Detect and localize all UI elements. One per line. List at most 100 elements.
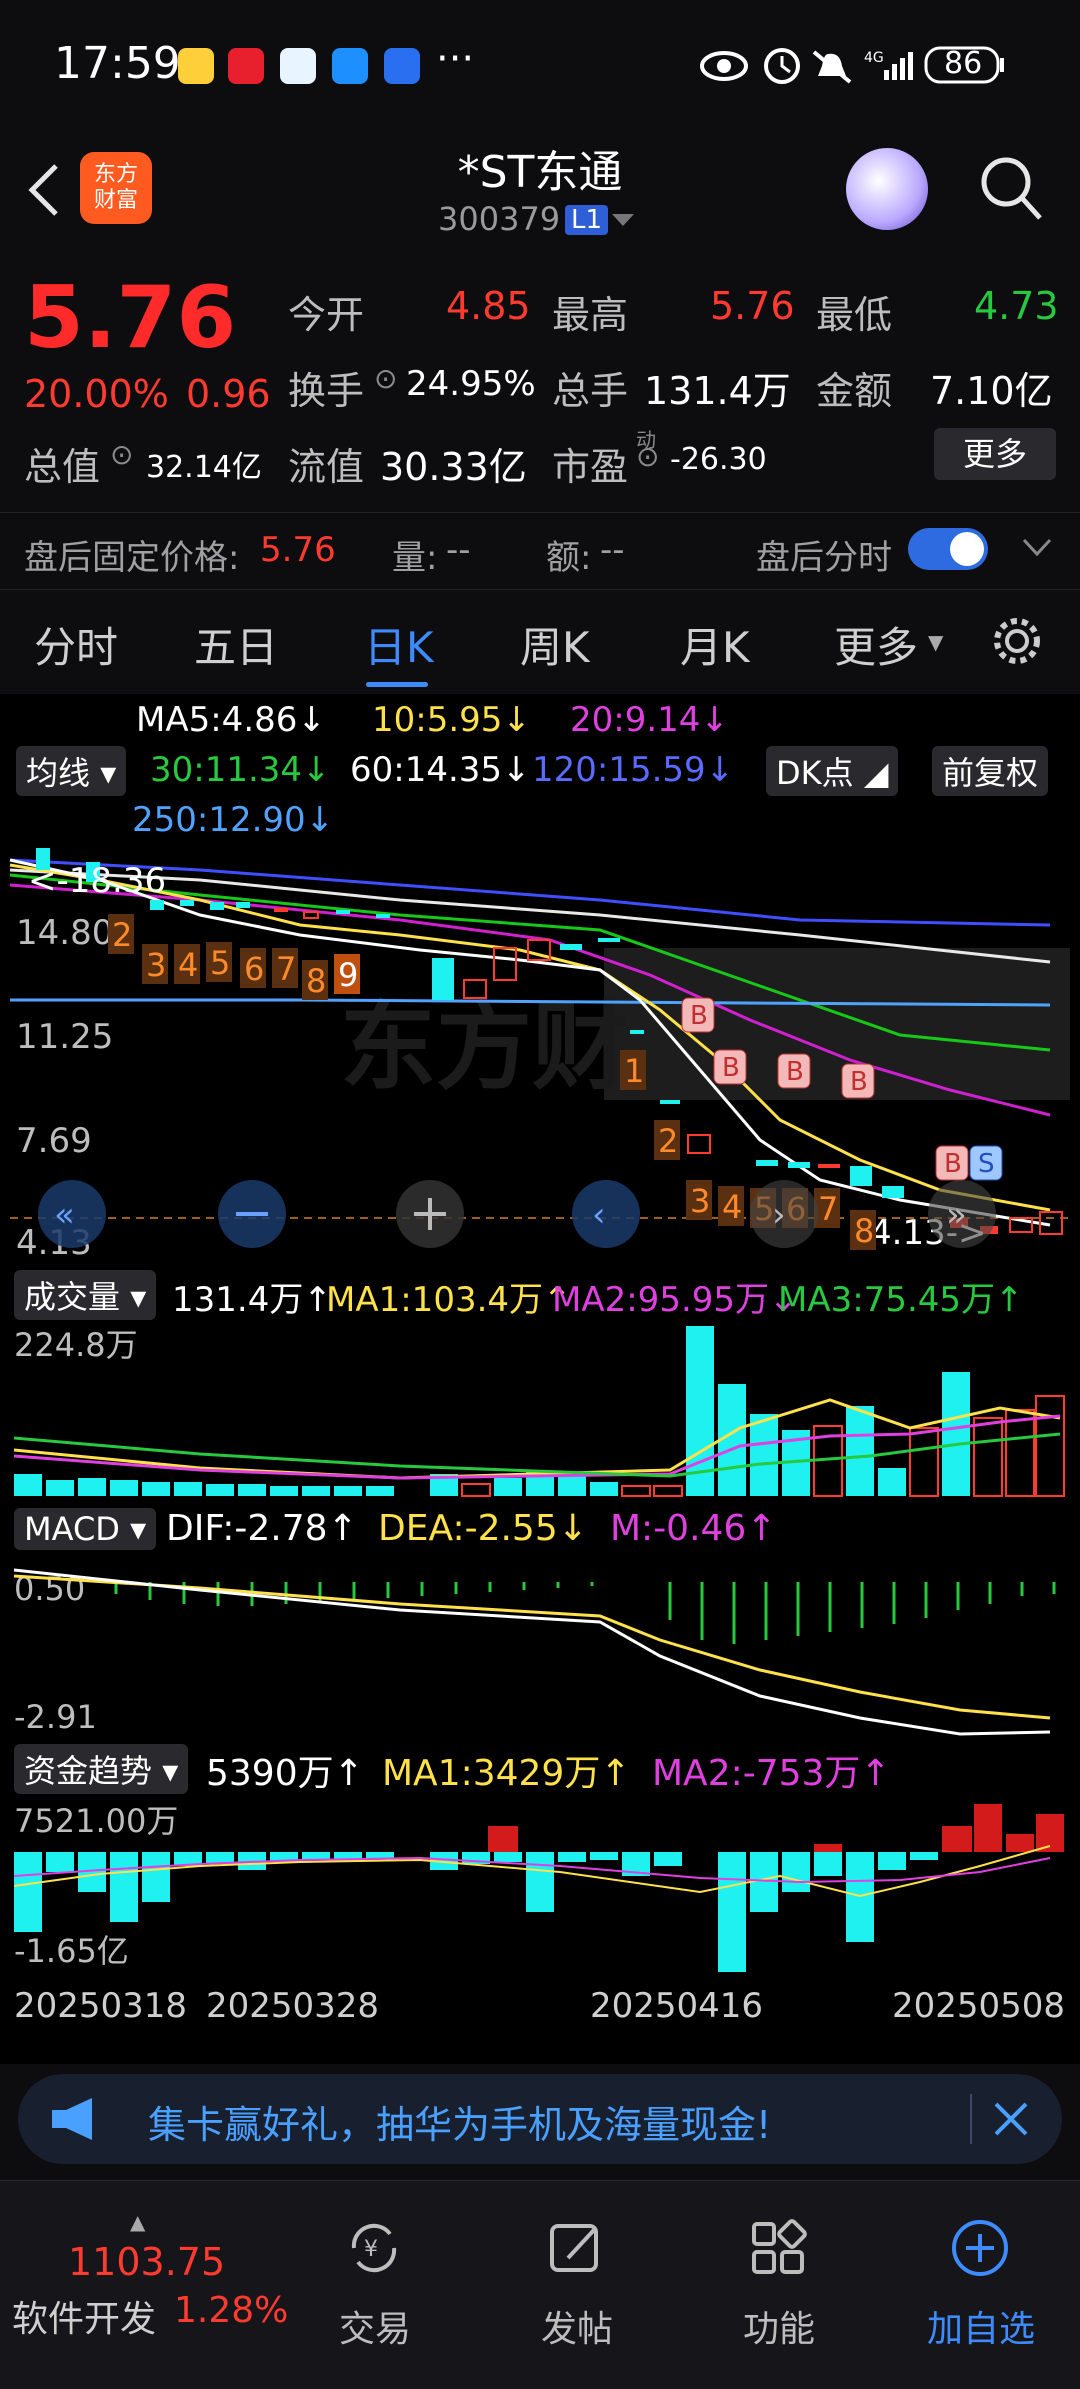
buy-marker[interactable]: B (713, 1049, 747, 1085)
ma10-value: 10:5.95↓ (372, 700, 531, 740)
volume-chart: 224.8万 (13, 1326, 1065, 1497)
tab-weekly-k[interactable]: 周K (520, 614, 590, 675)
settings-gear-icon[interactable] (990, 614, 1044, 668)
robot-assistant-icon[interactable] (846, 148, 928, 230)
nav-functions[interactable]: 功能 (704, 2300, 854, 2352)
nav-add-watchlist[interactable]: 加自选 (906, 2300, 1056, 2352)
tab-daily-k[interactable]: 日K (364, 614, 434, 675)
candle (180, 900, 194, 906)
candle (818, 1164, 840, 1168)
candle (376, 914, 390, 918)
functions-grid-icon[interactable] (748, 2218, 808, 2278)
info-icon[interactable]: ⊙ (636, 440, 659, 473)
post-icon[interactable] (546, 2218, 606, 2278)
svg-text:3: 3 (690, 1182, 710, 1220)
megaphone-icon (52, 2098, 92, 2140)
scroll-left-button[interactable]: ‹ (572, 1180, 640, 1248)
level-badge[interactable]: L1 (565, 205, 609, 235)
buy-marker[interactable]: B (681, 997, 715, 1033)
macd-dea: DEA:-2.55↓ (378, 1508, 588, 1549)
fund-flow-select-label: 资金趋势 (24, 1752, 153, 1790)
candle (432, 958, 454, 1000)
change-value: 0.96 (186, 372, 271, 416)
add-watchlist-icon[interactable] (950, 2218, 1010, 2278)
caret-down-icon: ▼ (928, 630, 944, 654)
svg-text:8: 8 (306, 962, 326, 1000)
info-icon[interactable]: ⊙ (110, 438, 133, 471)
fund-flow-select[interactable]: 资金趋势 ▾ (14, 1744, 189, 1794)
trade-icon[interactable]: ¥ (344, 2218, 404, 2278)
index-value[interactable]: 1103.75 (68, 2240, 225, 2284)
date-label: 20250508 (892, 1986, 1066, 2026)
promo-banner[interactable]: 集卡赢好礼，抽华为手机及海量现金! (18, 2074, 1062, 2164)
chevron-down-icon[interactable] (1022, 538, 1052, 558)
svg-text:7: 7 (818, 1190, 838, 1228)
ma5-value: MA5:4.86↓ (136, 700, 326, 740)
tab-five-day[interactable]: 五日 (194, 614, 278, 675)
scroll-right-button[interactable]: › (750, 1180, 818, 1248)
more-button[interactable]: 更多 (934, 428, 1056, 480)
macd-select[interactable]: MACD ▾ (14, 1508, 157, 1550)
macd-dif: DIF:-2.78↑ (166, 1508, 358, 1549)
nav-post[interactable]: 发帖 (502, 2300, 652, 2352)
volume-label: 总手 (552, 369, 629, 413)
after-hours-toggle[interactable] (908, 528, 988, 570)
ma60-value: 60:14.35↓ (350, 750, 531, 790)
ma-select[interactable]: 均线 ▾ (16, 746, 127, 796)
volume-ma1: MA1:103.4万↑ (326, 1280, 572, 1320)
zoom-in-button[interactable] (396, 1180, 464, 1248)
kline-chart[interactable]: 东方财 B B B B B S 14.80 11.25 7.69 4.13 <-… (0, 840, 1080, 1260)
volume-value: 131.4万 (644, 369, 791, 413)
tab-monthly-k[interactable]: 月K (680, 614, 750, 675)
close-icon[interactable] (992, 2100, 1030, 2138)
stock-code: 300379 (438, 200, 561, 238)
volume-select[interactable]: 成交量 ▾ (14, 1270, 157, 1320)
axis-label: 14.80 (16, 913, 113, 953)
macd-select-label: MACD (24, 1510, 120, 1548)
zoom-out-button[interactable] (218, 1180, 286, 1248)
high-label: 最高 (552, 293, 629, 337)
bottom-nav (0, 2180, 1080, 2389)
pe-value: -26.30 (670, 442, 767, 477)
turnover-value: 24.95% (406, 364, 536, 404)
tab-more[interactable]: 更多 (834, 614, 918, 675)
dk-label: DK点 (776, 754, 854, 792)
after-amt-value: -- (600, 530, 625, 570)
info-icon[interactable]: ⊙ (374, 362, 397, 395)
axis-label: 11.25 (16, 1017, 113, 1057)
svg-text:2: 2 (658, 1122, 678, 1160)
buy-marker[interactable]: B (935, 1145, 969, 1181)
svg-text:S: S (978, 1149, 995, 1179)
float-cap-label: 流值 (288, 445, 365, 489)
index-name[interactable]: 软件开发 (12, 2290, 156, 2342)
svg-text:B: B (850, 1067, 868, 1097)
volume-ma3: MA3:75.45万↑ (778, 1280, 1024, 1320)
sell-marker[interactable]: S (969, 1145, 1003, 1181)
search-icon[interactable] (978, 154, 1044, 224)
mktcap-value: 32.14亿 (146, 450, 262, 485)
amount-value: 7.10亿 (930, 369, 1053, 413)
fixed-price-label: 盘后固定价格: (24, 538, 240, 578)
scroll-right-fast-button[interactable]: » (928, 1180, 996, 1248)
svg-text:›: › (772, 1195, 786, 1235)
open-label: 今开 (288, 293, 365, 337)
chevron-down-icon[interactable] (612, 214, 634, 228)
more-notifications-icon: ··· (436, 36, 475, 82)
svg-text:4: 4 (722, 1188, 742, 1226)
fund-flow-value: 5390万↑ (206, 1753, 364, 1794)
fund-flow-ma2: MA2:-753万↑ (652, 1753, 891, 1794)
candle (210, 902, 224, 910)
scroll-left-fast-button[interactable]: « (38, 1180, 106, 1248)
ma30-value: 30:11.34↓ (150, 750, 331, 790)
high-value: 5.76 (710, 284, 795, 328)
after-amt-label: 额: (546, 538, 592, 578)
buy-marker[interactable]: B (777, 1053, 811, 1089)
tab-intraday[interactable]: 分时 (34, 614, 118, 675)
svg-text:3: 3 (146, 946, 166, 984)
adjust-button[interactable]: 前复权 (932, 746, 1049, 796)
svg-text:B: B (722, 1053, 740, 1083)
weibo-icon (178, 48, 214, 84)
dk-point-button[interactable]: DK点 ◢ (766, 746, 899, 796)
buy-marker[interactable]: B (841, 1063, 875, 1099)
nav-trade[interactable]: 交易 (300, 2300, 450, 2352)
